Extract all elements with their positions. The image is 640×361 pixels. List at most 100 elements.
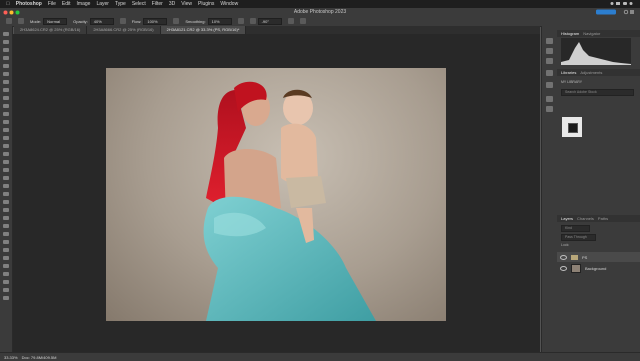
tool-button-icon[interactable] (3, 128, 9, 132)
menu-filter[interactable]: Filter (152, 1, 163, 7)
tool-button-icon[interactable] (3, 48, 9, 52)
zoom-readout[interactable]: 33.33% (4, 355, 18, 360)
panel-toggle-icon[interactable] (546, 58, 553, 64)
tool-button-icon[interactable] (3, 120, 9, 124)
tab-navigator[interactable]: Navigator (583, 31, 600, 36)
app-menu[interactable]: Photoshop (16, 1, 42, 7)
apple-menu[interactable]:  (6, 1, 10, 7)
menu-select[interactable]: Select (132, 1, 146, 7)
tool-button-icon[interactable] (3, 40, 9, 44)
tool-button-icon[interactable] (3, 256, 9, 260)
tool-button-icon[interactable] (3, 96, 9, 100)
smoothing-label: Smoothing: (185, 18, 206, 24)
pressure-opacity-icon[interactable] (119, 18, 126, 24)
tab-adjustments[interactable]: Adjustments (580, 70, 602, 75)
tab-document-2[interactable]: 2H3A8666.CR2 @ 25% (RGB/16) (87, 26, 161, 34)
tool-button-icon[interactable] (3, 248, 9, 252)
menu-image[interactable]: Image (77, 1, 91, 7)
menu-layer[interactable]: Layer (96, 1, 109, 7)
tool-button-icon[interactable] (3, 232, 9, 236)
tool-button-icon[interactable] (3, 72, 9, 76)
tab-channels[interactable]: Channels (577, 216, 594, 221)
tool-button-icon[interactable] (3, 184, 9, 188)
panel-toggle-icon[interactable] (546, 106, 553, 112)
visibility-eye-icon[interactable] (560, 254, 567, 260)
tab-document-3[interactable]: 2H3A8121.CR2 @ 33.3% (PS, RGB/16)* (160, 26, 247, 34)
tool-button-icon[interactable] (3, 32, 9, 36)
flow-field[interactable]: 100% (143, 17, 168, 25)
panel-toggle-icon[interactable] (546, 48, 553, 54)
tool-button-icon[interactable] (3, 88, 9, 92)
panel-toggle-icon[interactable] (546, 96, 553, 102)
brush-preset-icon[interactable] (18, 18, 24, 24)
menu-3d[interactable]: 3D (169, 1, 175, 7)
panel-toggle-icon[interactable] (546, 82, 553, 88)
tool-button-icon[interactable] (3, 216, 9, 220)
tool-button-icon[interactable] (3, 64, 9, 68)
layer-row-group[interactable]: PS (557, 252, 640, 262)
mode-select[interactable]: Normal (43, 17, 68, 25)
symmetry-icon[interactable] (299, 18, 306, 24)
layer-name: PS (582, 254, 588, 260)
home-icon[interactable] (6, 18, 12, 24)
panel-toggle-icon[interactable] (546, 70, 553, 76)
right-panels: Histogram Navigator Libraries Adjustment… (557, 26, 640, 352)
histogram-panel-tabs: Histogram Navigator (557, 30, 640, 37)
panel-toggle-icon[interactable] (546, 38, 553, 44)
airbrush-icon[interactable] (173, 18, 180, 24)
tool-button-icon[interactable] (3, 200, 9, 204)
menu-file[interactable]: File (48, 1, 56, 7)
angle-icon (249, 18, 256, 24)
document-tabs: 2H3A8624.CR2 @ 25% (RGB/16) 2H3A8666.CR2… (14, 26, 540, 34)
tool-button-icon[interactable] (3, 296, 9, 300)
menu-view[interactable]: View (181, 1, 192, 7)
menu-edit[interactable]: Edit (62, 1, 71, 7)
menu-type[interactable]: Type (115, 1, 126, 7)
mode-label: Mode: (30, 18, 42, 24)
tool-button-icon[interactable] (3, 152, 9, 156)
smoothing-field[interactable]: 10% (207, 17, 232, 25)
opacity-field[interactable]: 40% (89, 17, 114, 25)
tool-button-icon[interactable] (3, 80, 9, 84)
layer-row-background[interactable]: Background (557, 263, 640, 273)
tool-button-icon[interactable] (3, 240, 9, 244)
menu-window[interactable]: Window (220, 1, 238, 7)
tab-libraries[interactable]: Libraries (561, 70, 576, 75)
angle-field[interactable]: -90° (257, 17, 282, 25)
library-swatch[interactable] (562, 117, 582, 137)
tool-button-icon[interactable] (3, 144, 9, 148)
tools-panel (0, 26, 13, 352)
tool-button-icon[interactable] (3, 168, 9, 172)
tool-button-icon[interactable] (3, 176, 9, 180)
tool-button-icon[interactable] (3, 136, 9, 140)
tool-button-icon[interactable] (3, 272, 9, 276)
layer-thumbnail (571, 263, 581, 273)
layer-filter-kind[interactable]: Kind (561, 225, 590, 232)
tool-button-icon[interactable] (3, 104, 9, 108)
visibility-eye-icon[interactable] (560, 265, 567, 271)
photo-image (203, 81, 376, 321)
tab-document-1[interactable]: 2H3A8624.CR2 @ 25% (RGB/16) (14, 26, 88, 34)
tool-button-icon[interactable] (3, 56, 9, 60)
pressure-size-icon[interactable] (287, 18, 294, 24)
gear-icon[interactable] (237, 18, 244, 24)
blend-mode-select[interactable]: Pass Through (561, 234, 596, 241)
menu-bar:  Photoshop File Edit Image Layer Type S… (0, 0, 640, 8)
tool-button-icon[interactable] (3, 264, 9, 268)
document-canvas[interactable] (106, 68, 446, 321)
tool-button-icon[interactable] (3, 280, 9, 284)
tool-button-icon[interactable] (3, 288, 9, 292)
tab-paths[interactable]: Paths (598, 216, 608, 221)
share-and-search-icons[interactable] (596, 9, 636, 15)
library-search[interactable]: Search Adobe Stock (561, 89, 634, 96)
tool-button-icon[interactable] (3, 224, 9, 228)
tool-button-icon[interactable] (3, 112, 9, 116)
menu-plugins[interactable]: Plugins (198, 1, 214, 7)
tab-histogram[interactable]: Histogram (561, 31, 579, 36)
document-size-readout[interactable]: Doc: 79.8M/409.5M (22, 355, 57, 360)
tool-button-icon[interactable] (3, 192, 9, 196)
tab-layers[interactable]: Layers (561, 216, 573, 221)
tool-button-icon[interactable] (3, 208, 9, 212)
library-name[interactable]: MY LIBRARY (561, 80, 582, 84)
tool-button-icon[interactable] (3, 160, 9, 164)
